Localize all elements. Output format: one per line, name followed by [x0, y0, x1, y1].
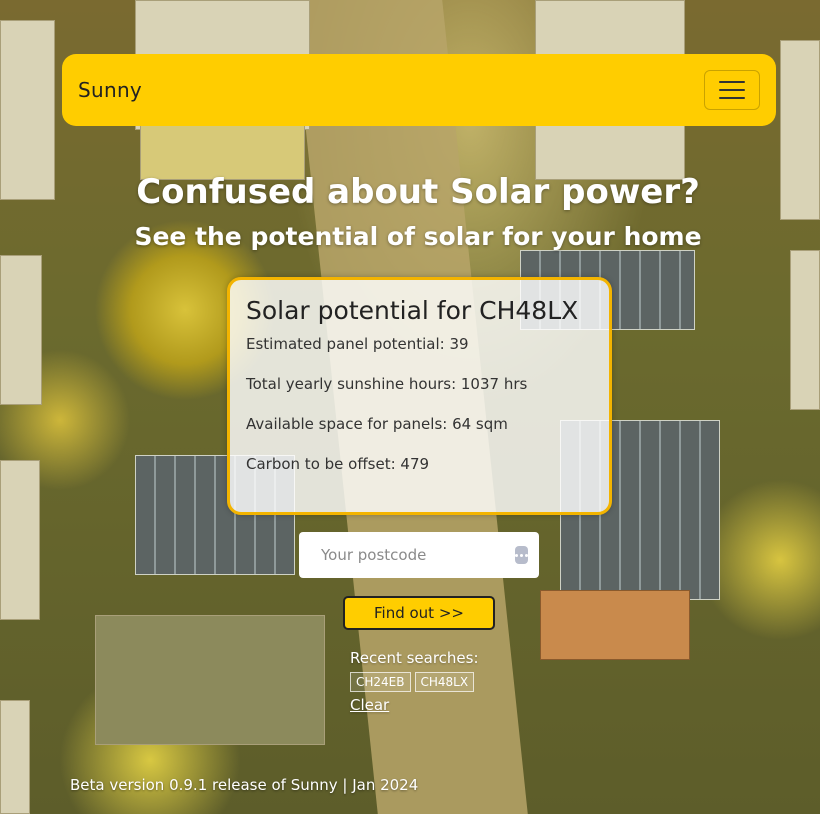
recent-searches-label: Recent searches:	[350, 649, 479, 667]
stat-carbon-offset: Carbon to be offset: 479	[246, 455, 430, 473]
menu-bar	[719, 97, 745, 99]
recent-search-chip[interactable]: CH48LX	[414, 672, 475, 692]
hero-subtitle: See the potential of solar for your home	[134, 222, 702, 251]
menu-bar	[719, 81, 745, 83]
postcode-field	[299, 532, 539, 578]
hero-title: Confused about Solar power?	[136, 172, 700, 212]
top-navbar: Sunny	[62, 54, 776, 126]
solar-result-card: Solar potential for CH48LX Estimated pan…	[227, 277, 612, 515]
more-dots-icon[interactable]	[515, 546, 528, 564]
footer-version-text: Beta version 0.9.1 release of Sunny | Ja…	[70, 776, 419, 794]
result-card-title: Solar potential for CH48LX	[246, 296, 579, 325]
find-out-button[interactable]: Find out >>	[343, 596, 495, 630]
clear-recent-link[interactable]: Clear	[350, 696, 389, 714]
brand-logo-text[interactable]: Sunny	[78, 78, 142, 102]
hamburger-menu-icon[interactable]	[704, 70, 760, 110]
recent-search-chip[interactable]: CH24EB	[350, 672, 411, 692]
menu-bar	[719, 89, 745, 91]
recent-searches-list: CH24EB CH48LX	[350, 672, 475, 692]
stat-available-space: Available space for panels: 64 sqm	[246, 415, 508, 433]
stat-sunshine-hours: Total yearly sunshine hours: 1037 hrs	[246, 375, 528, 393]
stat-panel-potential: Estimated panel potential: 39	[246, 335, 469, 353]
postcode-input[interactable]	[321, 546, 515, 564]
